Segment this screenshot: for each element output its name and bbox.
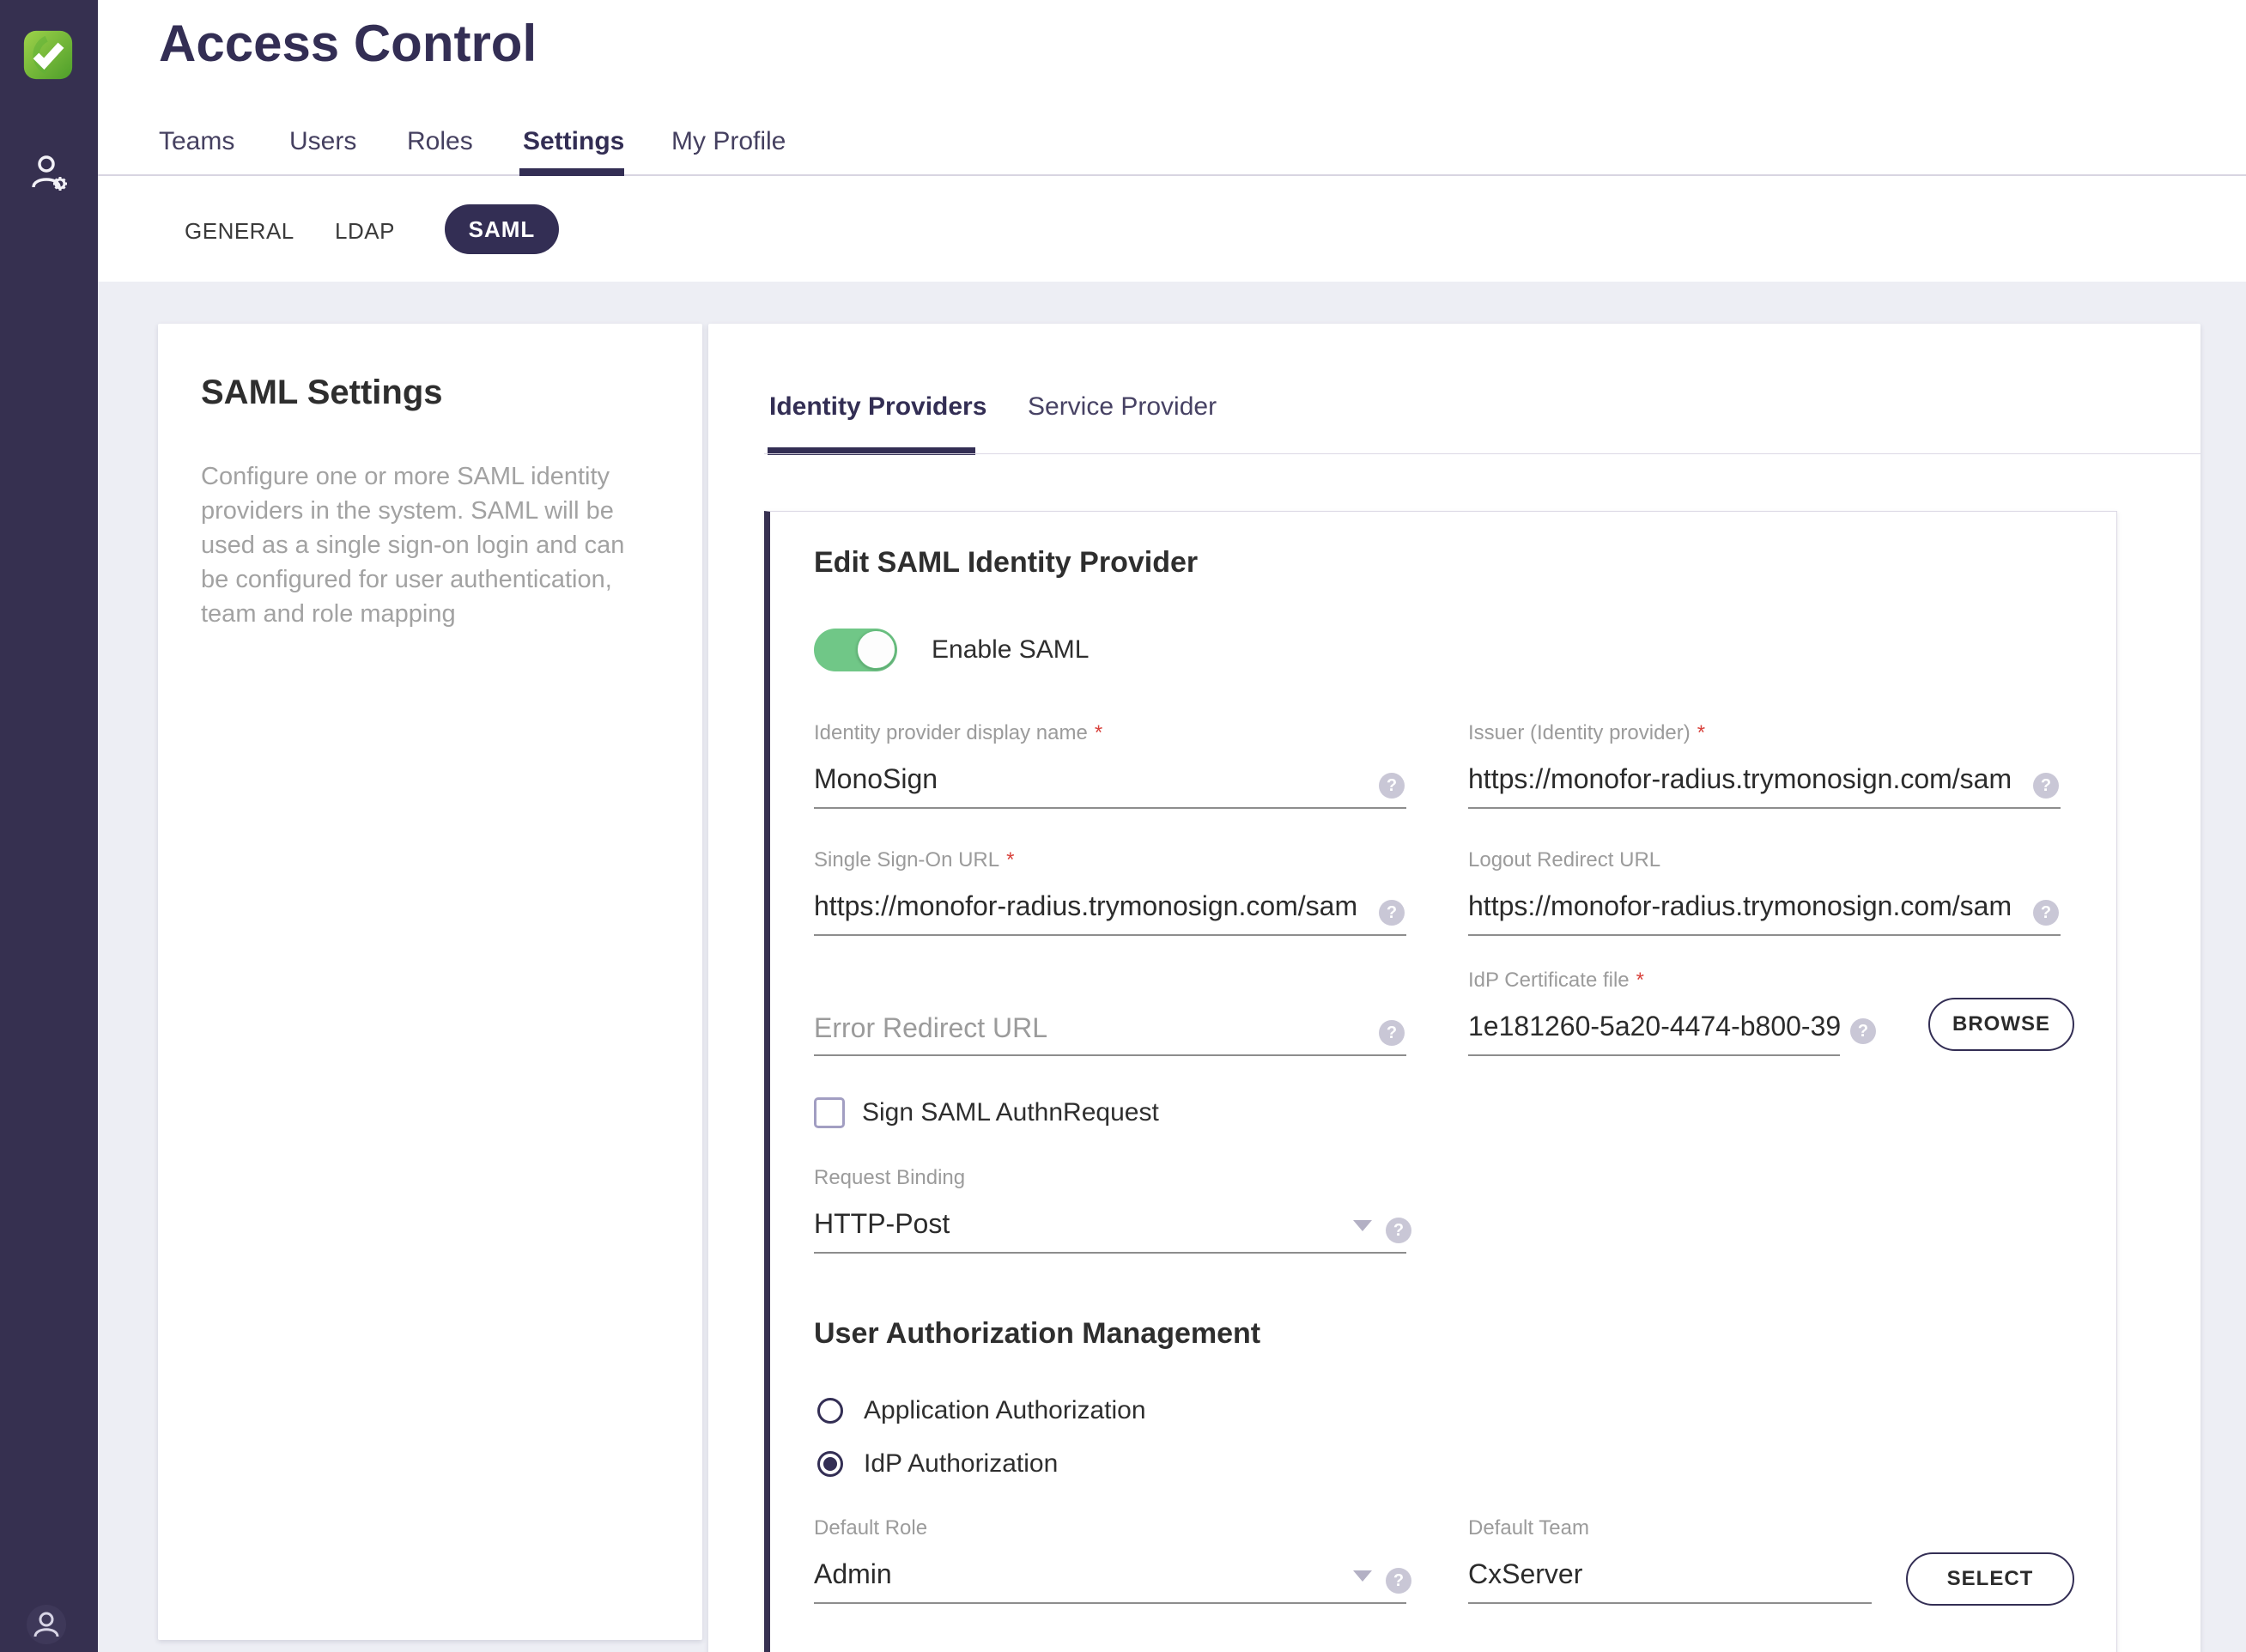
panel-description: Configure one or more SAML identity prov… <box>201 459 640 631</box>
checkmarx-logo[interactable] <box>22 29 74 81</box>
sign-authn-row: Sign SAML AuthnRequest <box>814 1097 1159 1128</box>
edit-idp-card: Edit SAML Identity Provider Enable SAML … <box>764 511 2117 1652</box>
help-icon[interactable]: ? <box>1379 900 1405 926</box>
subtab-saml[interactable]: SAML <box>445 204 559 254</box>
subtab-ldap[interactable]: LDAP <box>335 218 395 245</box>
default-role-select[interactable]: Admin ? <box>814 1549 1406 1604</box>
required-asterisk: * <box>1636 969 1644 992</box>
chevron-down-icon[interactable] <box>1353 1570 1372 1582</box>
tab-roles[interactable]: Roles <box>407 127 473 156</box>
logout-url-label: Logout Redirect URL <box>1468 848 1660 872</box>
field-sso-url: Single Sign-On URL * https://monofor-radi… <box>814 848 1406 936</box>
authz-heading: User Authorization Management <box>814 1317 1260 1351</box>
required-asterisk: * <box>1006 848 1014 872</box>
identity-provider-panel: Identity Providers Service Provider Edit… <box>708 324 2200 1652</box>
tab-users[interactable]: Users <box>289 127 356 156</box>
field-default-role: Default Role Admin ? <box>814 1516 1406 1604</box>
tabs-divider <box>98 174 2246 176</box>
default-team-input[interactable]: CxServer <box>1468 1549 1872 1604</box>
tab-my-profile[interactable]: My Profile <box>671 127 786 156</box>
default-team-label: Default Team <box>1468 1516 1589 1540</box>
field-display-name: Identity provider display name * MonoSign… <box>814 721 1406 809</box>
idp-authorization-label: IdP Authorization <box>864 1449 1058 1479</box>
tab-settings[interactable]: Settings <box>523 127 624 156</box>
request-binding-select[interactable]: HTTP-Post ? <box>814 1199 1406 1254</box>
help-icon[interactable]: ? <box>1850 1018 1876 1044</box>
person-icon <box>29 1607 64 1642</box>
panel-title: SAML Settings <box>201 374 443 412</box>
card-heading: Edit SAML Identity Provider <box>814 546 1198 580</box>
sign-authn-label: Sign SAML AuthnRequest <box>862 1098 1159 1127</box>
provider-tabs-divider <box>764 453 2200 454</box>
idp-cert-label: IdP Certificate file <box>1468 969 1630 992</box>
user-avatar[interactable] <box>27 1605 66 1644</box>
enable-saml-row: Enable SAML <box>814 629 1089 671</box>
browse-button[interactable]: BROWSE <box>1928 998 2074 1051</box>
help-icon[interactable]: ? <box>2033 900 2059 926</box>
select-team-button[interactable]: SELECT <box>1906 1552 2074 1606</box>
issuer-label: Issuer (Identity provider) <box>1468 721 1691 744</box>
enable-saml-label: Enable SAML <box>932 635 1089 665</box>
help-icon[interactable]: ? <box>1386 1218 1411 1243</box>
authz-option-application: Application Authorization <box>817 1394 1146 1427</box>
sign-authn-checkbox[interactable] <box>814 1097 845 1128</box>
sidebar <box>0 0 98 1652</box>
authz-option-idp: IdP Authorization <box>817 1448 1058 1480</box>
field-default-team: Default Team CxServer <box>1468 1516 1872 1604</box>
sso-url-label: Single Sign-On URL <box>814 848 999 872</box>
settings-tab-underline <box>519 168 624 176</box>
field-logout-url: Logout Redirect URL https://monofor-radi… <box>1468 848 2061 936</box>
application-authorization-radio[interactable] <box>817 1398 843 1424</box>
subtab-general[interactable]: GENERAL <box>185 218 294 245</box>
request-binding-label: Request Binding <box>814 1166 965 1189</box>
tab-teams[interactable]: Teams <box>159 127 234 156</box>
required-asterisk: * <box>1697 721 1705 744</box>
enable-saml-toggle[interactable] <box>814 629 897 671</box>
chevron-down-icon[interactable] <box>1353 1220 1372 1231</box>
display-name-input[interactable]: MonoSign ? <box>814 754 1406 809</box>
field-request-binding: Request Binding HTTP-Post ? <box>814 1166 1406 1254</box>
content-area: SAML Settings Configure one or more SAML… <box>98 282 2246 1652</box>
page-title: Access Control <box>159 14 537 73</box>
display-name-label: Identity provider display name <box>814 721 1088 744</box>
field-issuer: Issuer (Identity provider) * https://mono… <box>1468 721 2061 809</box>
idp-authorization-radio[interactable] <box>817 1451 843 1477</box>
toggle-knob <box>857 630 895 669</box>
help-icon[interactable]: ? <box>1386 1568 1411 1594</box>
field-error-url: Error Redirect URL ? <box>814 1003 1406 1056</box>
help-icon[interactable]: ? <box>1379 773 1405 799</box>
default-role-label: Default Role <box>814 1516 927 1540</box>
idp-cert-input[interactable]: 1e181260-5a20-4474-b800-39… <box>1468 1001 1840 1056</box>
required-asterisk: * <box>1095 721 1102 744</box>
sso-url-input[interactable]: https://monofor-radius.trymonosign.com/s… <box>814 881 1406 936</box>
user-management-icon[interactable] <box>27 151 70 194</box>
checkmarx-logo-icon <box>22 29 74 81</box>
error-url-input[interactable]: Error Redirect URL ? <box>814 1003 1406 1056</box>
help-icon[interactable]: ? <box>2033 773 2059 799</box>
logout-url-input[interactable]: https://monofor-radius.trymonosign.com/s… <box>1468 881 2061 936</box>
header: Access Control Teams Users Roles Setting… <box>98 0 2246 282</box>
field-idp-certificate: IdP Certificate file * 1e181260-5a20-4474… <box>1468 969 1840 1056</box>
issuer-input[interactable]: https://monofor-radius.trymonosign.com/s… <box>1468 754 2061 809</box>
saml-settings-panel: SAML Settings Configure one or more SAML… <box>158 324 702 1640</box>
help-icon[interactable]: ? <box>1379 1020 1405 1046</box>
tab-identity-providers[interactable]: Identity Providers <box>769 392 986 422</box>
application-authorization-label: Application Authorization <box>864 1396 1146 1425</box>
tab-service-provider[interactable]: Service Provider <box>1028 392 1217 422</box>
